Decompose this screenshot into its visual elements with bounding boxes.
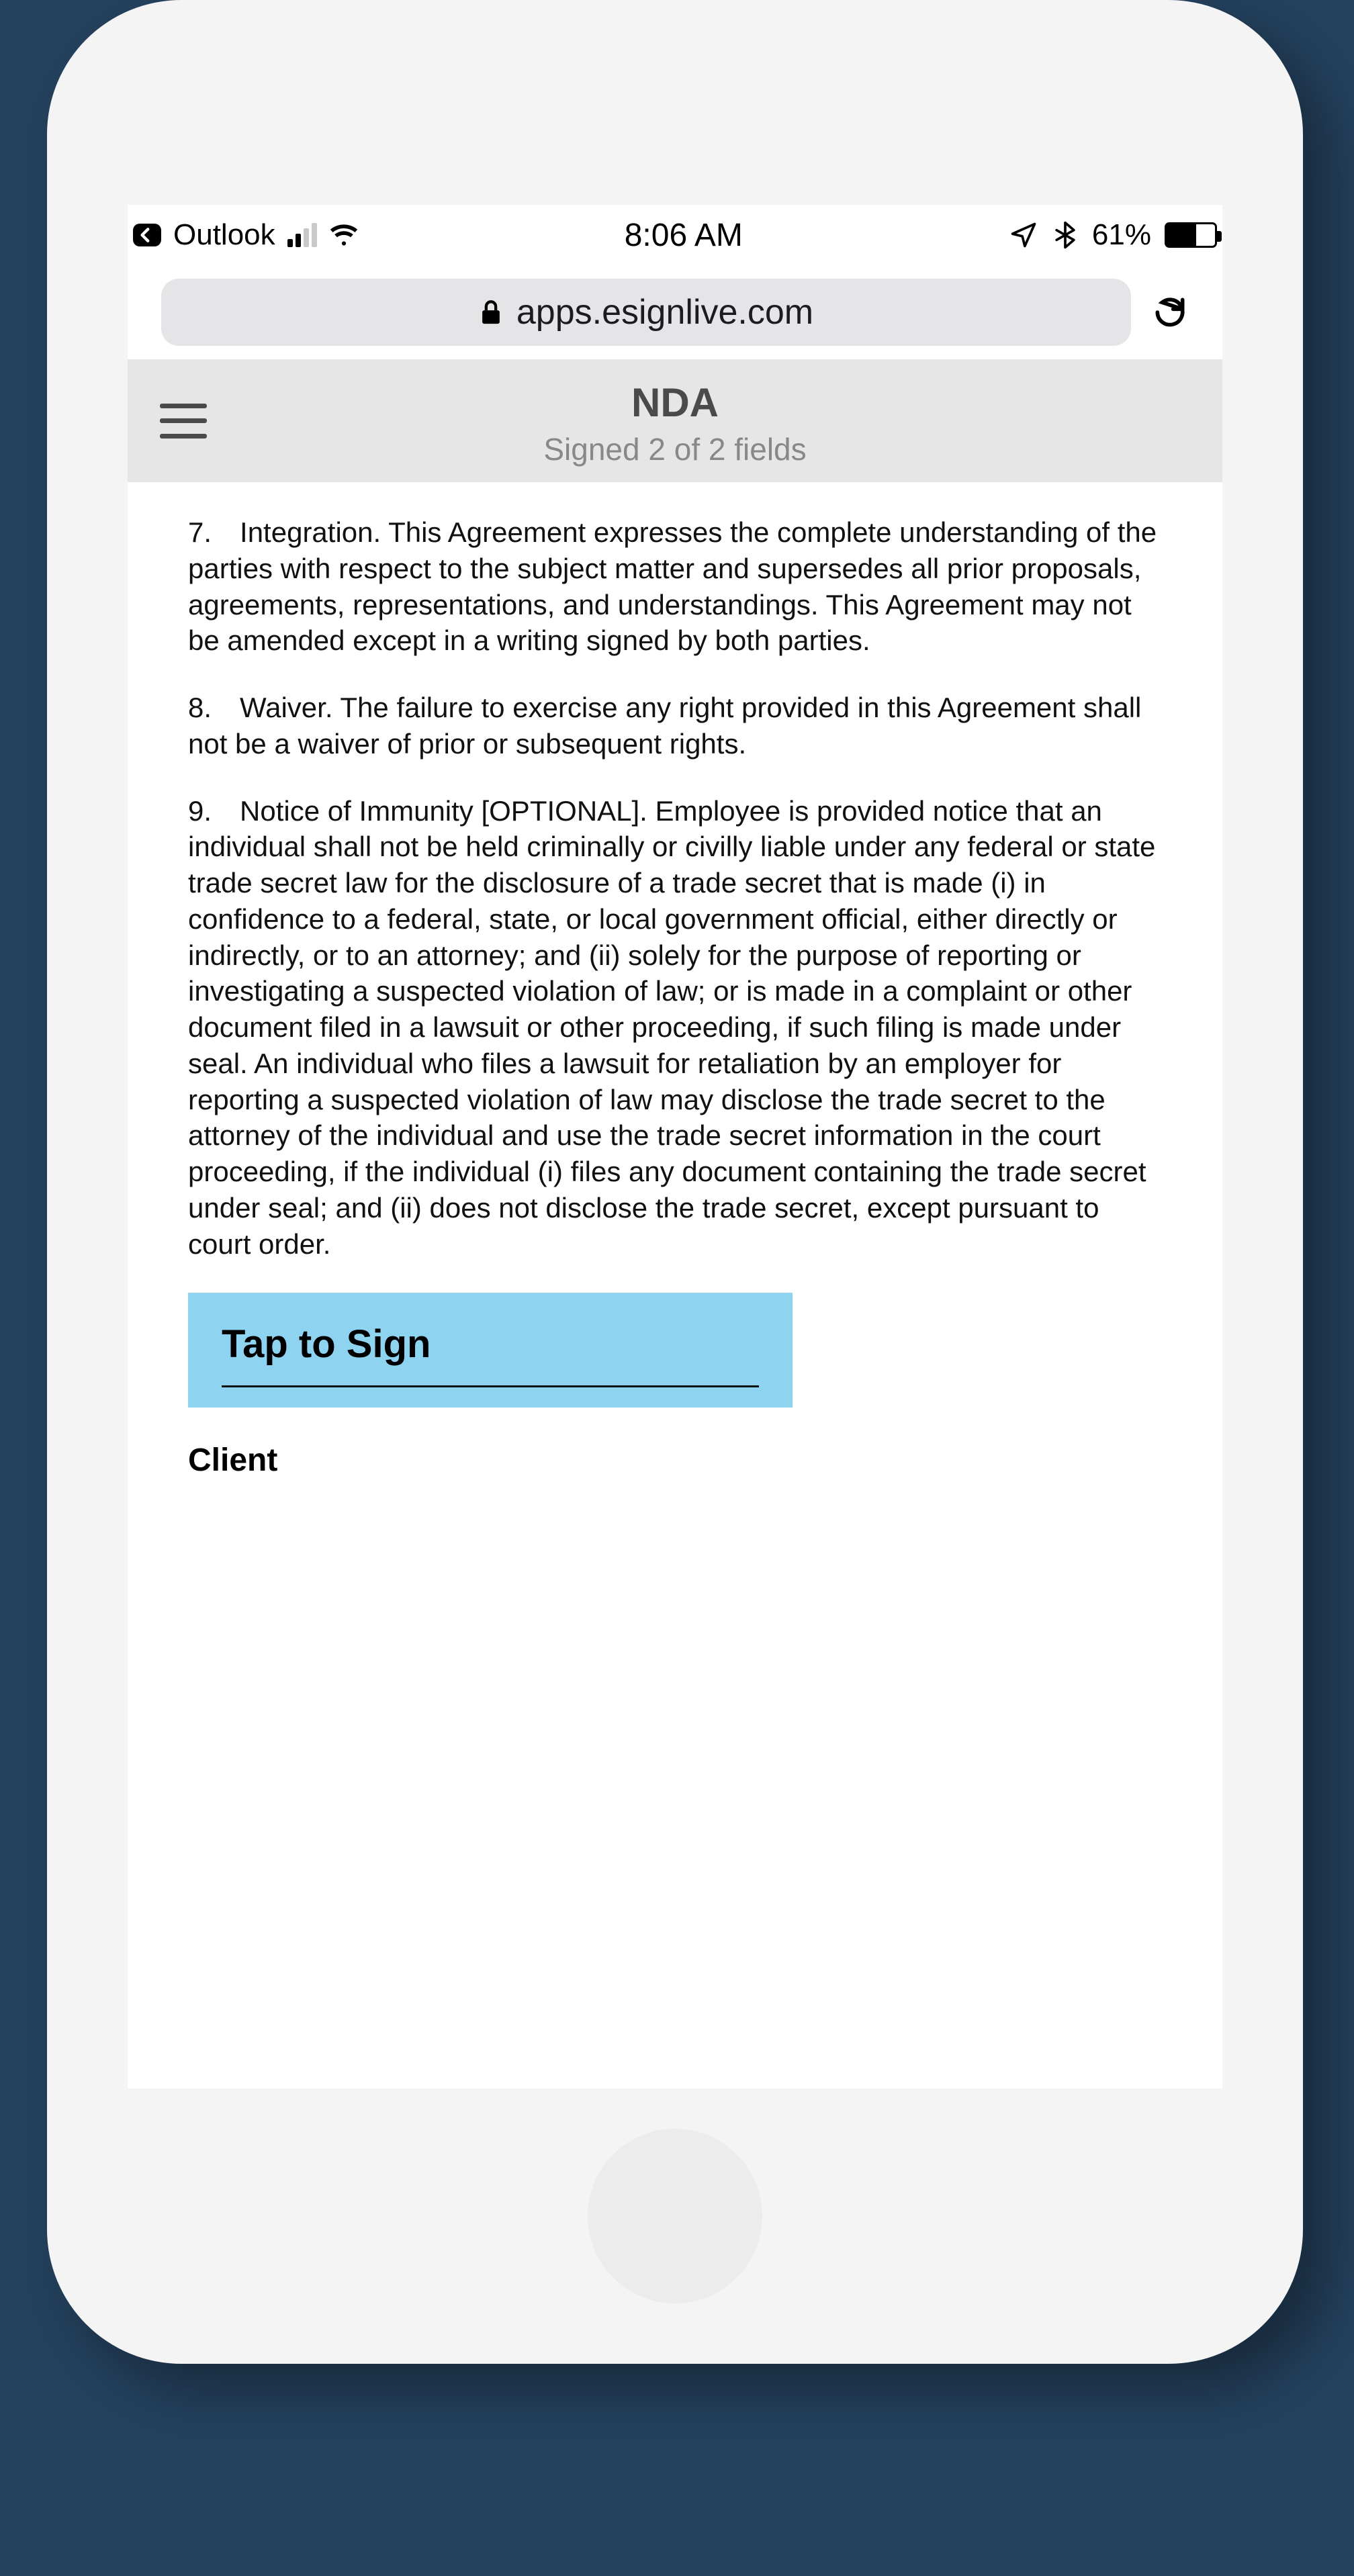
paragraph-9: 9. Notice of Immunity [OPTIONAL]. Employ…	[188, 793, 1162, 1262]
phone-screen: Outlook 8:06 AM 61%	[128, 205, 1222, 2088]
back-to-app-label: Outlook	[173, 218, 275, 252]
esign-app-header: NDA Signed 2 of 2 fields	[128, 359, 1222, 482]
browser-url-bar: apps.esignlive.com	[128, 265, 1222, 359]
url-host: apps.esignlive.com	[516, 292, 813, 332]
document-status: Signed 2 of 2 fields	[543, 431, 806, 467]
wifi-icon	[329, 220, 359, 250]
lock-icon	[479, 299, 503, 326]
status-time: 8:06 AM	[625, 217, 743, 254]
document-body[interactable]: 7. Integration. This Agreement expresses…	[128, 482, 1222, 1481]
back-to-app-button[interactable]	[133, 224, 161, 246]
battery-icon	[1165, 222, 1217, 248]
hamburger-menu-button[interactable]	[160, 404, 207, 439]
signer-role: Client	[188, 1440, 1162, 1481]
bluetooth-icon	[1050, 220, 1080, 250]
tap-to-sign-label: Tap to Sign	[222, 1320, 759, 1369]
cellular-signal-icon	[287, 223, 317, 247]
signature-line	[222, 1385, 759, 1387]
tap-to-sign-button[interactable]: Tap to Sign	[188, 1293, 793, 1408]
battery-percent: 61%	[1092, 218, 1151, 252]
paragraph-7: 7. Integration. This Agreement expresses…	[188, 514, 1162, 659]
url-field[interactable]: apps.esignlive.com	[161, 279, 1131, 346]
home-button[interactable]	[588, 2129, 762, 2303]
chevron-left-icon	[137, 226, 154, 244]
document-title: NDA	[631, 379, 719, 426]
ios-status-bar: Outlook 8:06 AM 61%	[128, 205, 1222, 265]
phone-mockup: Outlook 8:06 AM 61%	[47, 0, 1303, 2364]
location-icon	[1009, 220, 1038, 250]
paragraph-8: 8. Waiver. The failure to exercise any r…	[188, 690, 1162, 762]
reload-icon[interactable]	[1151, 293, 1189, 331]
